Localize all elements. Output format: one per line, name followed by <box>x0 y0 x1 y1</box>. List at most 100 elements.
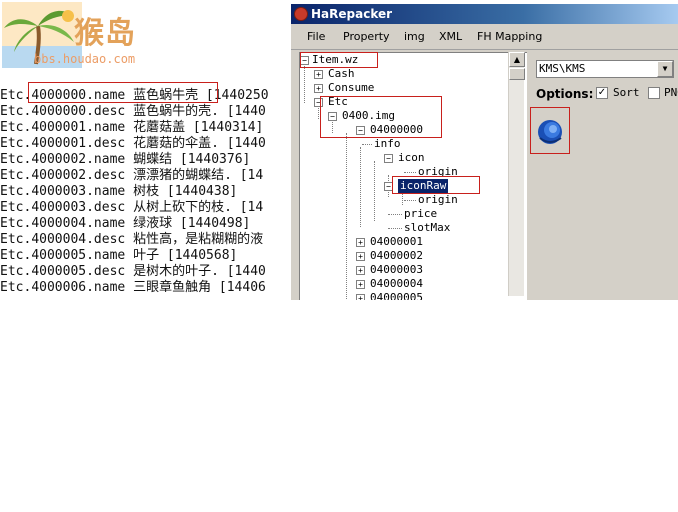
menu-img[interactable]: img <box>404 24 425 50</box>
tree-node-04000005[interactable]: 04000005 <box>370 291 423 300</box>
png-checkbox[interactable] <box>648 87 660 99</box>
region-select[interactable]: KMS\KMS ▼ <box>536 60 674 78</box>
line-extra: [1440 <box>218 264 266 279</box>
line-key: 4000004.name <box>31 216 126 231</box>
tree-node-04000001[interactable]: 04000001 <box>370 235 423 249</box>
tree-guide-line <box>374 161 375 221</box>
tree-guide-line <box>360 147 361 227</box>
line-prefix: Etc. <box>0 232 32 247</box>
expand-toggle-icon[interactable]: + <box>356 280 365 289</box>
line-value: 绿液球 <box>133 216 173 231</box>
tree-node-04000003[interactable]: 04000003 <box>370 263 423 277</box>
tree-node-04000004[interactable]: 04000004 <box>370 277 423 291</box>
line-value: 树枝 <box>133 184 160 199</box>
line-value: 三眼章鱼触角 <box>133 280 212 295</box>
line-extra: [1440250 <box>198 88 269 103</box>
line-extra: [1440438] <box>159 184 238 199</box>
line-prefix: Etc. <box>0 168 32 183</box>
tree-guide-line <box>346 133 347 300</box>
line-value: 漂漂猪的蝴蝶结. <box>133 168 232 183</box>
string-line: Etc.4000004.name 绿液球 [1440498] <box>0 216 269 232</box>
options-label: Options: <box>536 87 594 101</box>
collapse-toggle-icon[interactable]: − <box>314 98 323 107</box>
menu-file[interactable]: File <box>307 24 325 50</box>
string-line: Etc.4000000.desc 蓝色蜗牛的壳. [1440 <box>0 104 269 120</box>
expand-toggle-icon[interactable]: + <box>356 294 365 300</box>
line-extra: [1440498] <box>172 216 251 231</box>
line-extra: [1440 <box>218 136 266 151</box>
line-value: 花蘑菇盖 <box>133 120 186 135</box>
string-line: Etc.4000002.desc 漂漂猪的蝴蝶结. [14 <box>0 168 269 184</box>
tree-guide-line <box>332 119 333 133</box>
collapse-toggle-icon[interactable]: − <box>384 154 393 163</box>
line-prefix: Etc. <box>0 88 32 103</box>
line-value: 从树上砍下的枝. <box>133 200 232 215</box>
menu-fh-mapping[interactable]: FH Mapping <box>477 24 542 50</box>
tree-node-item-wz[interactable]: Item.wz <box>312 53 358 67</box>
line-prefix: Etc. <box>0 152 32 167</box>
line-prefix: Etc. <box>0 216 32 231</box>
tree-node-04000002[interactable]: 04000002 <box>370 249 423 263</box>
collapse-toggle-icon[interactable]: − <box>356 126 365 135</box>
expand-toggle-icon[interactable]: + <box>314 70 323 79</box>
expand-toggle-icon[interactable]: + <box>356 266 365 275</box>
line-prefix: Etc. <box>0 200 32 215</box>
text-dump-panel: 猴岛 bbs.houdao.com Etc.4000000.name 蓝色蜗牛壳… <box>0 0 290 300</box>
sort-checkbox[interactable]: ✓ <box>596 87 608 99</box>
string-line: Etc.4000006.name 三眼章鱼触角 [14406 <box>0 280 269 296</box>
line-prefix: Etc. <box>0 248 32 263</box>
tree-guide-line <box>388 214 402 215</box>
collapse-toggle-icon[interactable]: − <box>328 112 337 121</box>
string-line: Etc.4000001.desc 花蘑菇的伞盖. [1440 <box>0 136 269 152</box>
blue-snail-shell-icon <box>538 120 562 144</box>
line-prefix: Etc. <box>0 264 32 279</box>
collapse-toggle-icon[interactable]: − <box>300 56 309 65</box>
title-bar[interactable]: HaRepacker <box>291 4 678 24</box>
png-label: PNG <box>664 86 678 99</box>
scroll-up-button[interactable]: ▲ <box>509 52 525 67</box>
tree-node-icon-origin[interactable]: origin <box>418 165 458 179</box>
tree-node-etc[interactable]: Etc <box>328 95 348 109</box>
sort-label: Sort <box>613 86 640 99</box>
line-value: 粘性高，是粘糊糊的液 <box>133 232 264 247</box>
tree-scrollbar[interactable]: ▲ <box>508 52 525 296</box>
line-value: 蓝色蜗牛的壳. <box>133 104 219 119</box>
tree-node-price[interactable]: price <box>404 207 437 221</box>
line-value: 花蘑菇的伞盖. <box>133 136 219 151</box>
line-value: 是树木的叶子. <box>133 264 219 279</box>
string-line: Etc.4000005.name 叶子 [1440568] <box>0 248 269 264</box>
string-line: Etc.4000004.desc 粘性高，是粘糊糊的液 <box>0 232 269 248</box>
line-key: 4000005.name <box>31 248 126 263</box>
tree-guide-line <box>404 200 416 201</box>
expand-toggle-icon[interactable]: + <box>356 252 365 261</box>
tree-node-icon[interactable]: icon <box>398 151 425 165</box>
line-key: 4000000.name <box>31 88 126 103</box>
tree-node-slotmax[interactable]: slotMax <box>404 221 450 235</box>
collapse-toggle-icon[interactable]: − <box>384 182 393 191</box>
menu-property[interactable]: Property <box>343 24 390 50</box>
line-extra: [1440 <box>218 104 266 119</box>
line-extra: [1440568] <box>159 248 238 263</box>
wz-tree-view[interactable]: − Item.wz + Cash + Consume − Etc − 0400.… <box>299 52 527 300</box>
properties-pane: KMS\KMS ▼ Options: ✓ Sort PNG <box>528 52 678 296</box>
expand-toggle-icon[interactable]: + <box>356 238 365 247</box>
string-line: Etc.4000000.name 蓝色蜗牛壳 [1440250 <box>0 88 269 104</box>
tree-node-04000000[interactable]: 04000000 <box>370 123 423 137</box>
scroll-thumb[interactable] <box>509 68 525 80</box>
chevron-down-icon[interactable]: ▼ <box>657 61 673 77</box>
tree-node-consume[interactable]: Consume <box>328 81 374 95</box>
expand-toggle-icon[interactable]: + <box>314 84 323 93</box>
watermark-url: bbs.houdao.com <box>34 52 136 66</box>
line-extra: [1440314] <box>185 120 264 135</box>
line-key: 4000002.desc <box>31 168 126 183</box>
tree-node-iconraw[interactable]: iconRaw <box>398 179 449 193</box>
line-key: 4000005.desc <box>31 264 126 279</box>
watermark-brand-text: 猴岛 <box>74 16 136 51</box>
tree-node-iconraw-origin[interactable]: origin <box>418 193 458 207</box>
tree-node-cash[interactable]: Cash <box>328 67 355 81</box>
tree-node-0400-img[interactable]: 0400.img <box>342 109 395 123</box>
string-line: Etc.4000003.desc 从树上砍下的枝. [14 <box>0 200 269 216</box>
string-line: Etc.4000002.name 蝴蝶结 [1440376] <box>0 152 269 168</box>
tree-node-info[interactable]: info <box>374 137 401 151</box>
menu-xml[interactable]: XML <box>439 24 462 50</box>
